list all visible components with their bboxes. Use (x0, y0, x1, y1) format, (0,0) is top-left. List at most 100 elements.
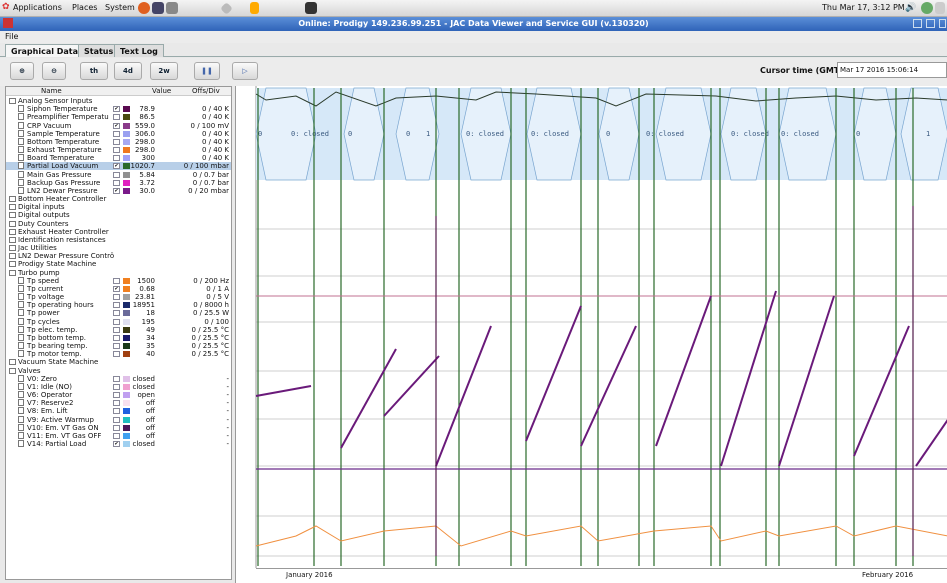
visible-checkbox[interactable]: ✔ (113, 163, 120, 170)
tree-item[interactable]: V9: Active Warmup off - (6, 415, 231, 424)
color-swatch[interactable] (123, 138, 130, 145)
tree-group[interactable]: Vacuum State Machine (6, 358, 231, 366)
visible-checkbox[interactable]: ✔ (113, 122, 120, 129)
tree-group[interactable]: Identification resistances (6, 236, 231, 244)
tree-item[interactable]: Exhaust Temperature 298.0 0 / 40 K (6, 146, 231, 154)
color-swatch[interactable] (123, 400, 130, 407)
tree-item[interactable]: Preamplifier Temperatu 86.5 0 / 40 K (6, 113, 231, 121)
channel-offs[interactable]: - (226, 399, 229, 407)
mail-icon[interactable] (152, 2, 164, 14)
color-swatch[interactable] (123, 334, 130, 341)
color-swatch[interactable] (123, 432, 130, 439)
channel-offs[interactable]: 0 / 0.7 bar (193, 171, 229, 179)
tree-item[interactable]: V0: Zero closed - (6, 374, 231, 383)
visible-checkbox[interactable] (113, 318, 120, 325)
color-swatch[interactable] (123, 294, 130, 301)
color-swatch[interactable] (123, 310, 130, 317)
channel-offs[interactable]: 0 / 40 K (202, 138, 229, 146)
color-swatch[interactable] (123, 408, 130, 415)
visible-checkbox[interactable] (113, 351, 120, 358)
tree-item[interactable]: Sample Temperature 306.0 0 / 40 K (6, 129, 231, 138)
tree-item[interactable]: Tp bottom temp. 34 0 / 25.5 °C (6, 333, 231, 342)
network-icon[interactable] (921, 2, 933, 14)
color-swatch[interactable] (123, 416, 130, 423)
channel-offs[interactable]: 0 / 25.5 °C (192, 334, 229, 342)
range-1th-button[interactable]: th (80, 62, 108, 80)
tree-group[interactable]: LN2 Dewar Pressure Contrö (6, 252, 231, 260)
color-swatch[interactable] (123, 171, 130, 178)
channel-offs[interactable]: - (226, 416, 229, 424)
color-swatch[interactable] (123, 351, 130, 358)
visible-checkbox[interactable] (113, 424, 120, 431)
tab-graphical-data[interactable]: Graphical Data (5, 44, 85, 57)
tree-group[interactable]: Duty Counters (6, 220, 231, 228)
visible-checkbox[interactable] (113, 147, 120, 154)
menu-applications[interactable]: Applications (13, 3, 62, 12)
channel-offs[interactable]: 0 / 40 K (202, 146, 229, 154)
channel-offs[interactable]: 0 / 40 K (202, 130, 229, 138)
terminal-icon[interactable] (305, 2, 317, 14)
channel-offs[interactable]: 0 / 0.7 bar (193, 179, 229, 187)
tree-item[interactable]: Tp elec. temp. 49 0 / 25.5 °C (6, 325, 231, 334)
tree-group[interactable]: Valves (6, 367, 231, 375)
channel-offs[interactable]: 0 / 25.5 °C (192, 350, 229, 358)
visible-checkbox[interactable] (113, 155, 120, 162)
tree-group[interactable]: Digital inputs (6, 203, 231, 211)
tree-item[interactable]: Partial Load Vacuum ✔ 1020.7 0 / 100 mbar (6, 162, 231, 171)
channel-offs[interactable]: - (226, 432, 229, 440)
tree-item[interactable]: Tp bearing temp. 35 0 / 25.5 °C (6, 342, 231, 350)
color-swatch[interactable] (123, 424, 130, 431)
foot-icon[interactable]: ✿ (2, 2, 10, 12)
channel-offs[interactable]: - (226, 375, 229, 383)
tree-item[interactable]: V7: Reserve2 off - (6, 399, 231, 407)
color-swatch[interactable] (123, 302, 130, 309)
color-swatch[interactable] (123, 147, 130, 154)
tree-group[interactable]: Exhaust Heater Controller (6, 228, 231, 236)
col-offs-header[interactable]: Offs/Div (192, 87, 220, 95)
visible-checkbox[interactable] (113, 400, 120, 407)
color-swatch[interactable] (123, 106, 130, 113)
channel-offs[interactable]: - (226, 383, 229, 391)
channel-offs[interactable]: 0 / 40 K (202, 154, 229, 162)
color-swatch[interactable] (123, 122, 130, 129)
channel-offs[interactable]: 0 / 8000 h (193, 301, 229, 309)
channel-offs[interactable]: 0 / 200 Hz (193, 277, 229, 285)
channel-offs[interactable]: - (226, 440, 229, 448)
col-value-header[interactable]: Value (152, 87, 171, 95)
tree-group[interactable]: Jac Utilities (6, 244, 231, 252)
tree-item[interactable]: Bottom Temperature 298.0 0 / 40 K (6, 137, 231, 146)
menu-system[interactable]: System (105, 3, 135, 12)
visible-checkbox[interactable] (113, 383, 120, 390)
menu-file[interactable]: File (5, 32, 18, 41)
visible-checkbox[interactable] (113, 343, 120, 350)
tree-group[interactable]: Turbo pump (6, 269, 231, 277)
color-swatch[interactable] (123, 155, 130, 162)
visible-checkbox[interactable] (113, 277, 120, 284)
tree-item[interactable]: V11: Em. VT Gas OFF off - (6, 431, 231, 440)
color-swatch[interactable] (123, 318, 130, 325)
color-swatch[interactable] (123, 326, 130, 333)
channel-offs[interactable]: - (226, 424, 229, 432)
zoom-in-x-button[interactable]: ⊕ (10, 62, 34, 80)
color-swatch[interactable] (123, 392, 130, 399)
app-icon[interactable] (166, 2, 178, 14)
tree-group[interactable]: Analog Sensor Inputs (6, 97, 231, 105)
color-swatch[interactable] (123, 383, 130, 390)
tree-item[interactable]: Siphon Temperature ✔ 78.9 0 / 40 K (6, 105, 231, 113)
tree-item[interactable]: Backup Gas Pressure 3.72 0 / 0.7 bar (6, 178, 231, 187)
tree-group[interactable]: Bottom Heater Controller (6, 195, 231, 203)
visible-checkbox[interactable] (113, 432, 120, 439)
tree-item[interactable]: Tp current ✔ 0.68 0 / 1 A (6, 284, 231, 293)
channel-offs[interactable]: 0 / 25.5 °C (192, 342, 229, 350)
clock[interactable]: Thu Mar 17, 3:12 PM (822, 3, 905, 12)
color-swatch[interactable] (123, 277, 130, 284)
plot-canvas[interactable]: 0 0: closed 0 0 1 0: closed 0: closed 0 0: close… (236, 86, 947, 568)
volume-icon[interactable]: 🔊 (905, 3, 916, 13)
visible-checkbox[interactable] (113, 375, 120, 382)
maximize-icon[interactable] (926, 19, 935, 28)
visible-checkbox[interactable] (113, 114, 120, 121)
visible-checkbox[interactable] (113, 294, 120, 301)
visible-checkbox[interactable]: ✔ (113, 187, 120, 194)
tree-item[interactable]: Tp speed 1500 0 / 200 Hz (6, 276, 231, 285)
tree-item[interactable]: Tp voltage 23.81 0 / 5 V (6, 293, 231, 301)
